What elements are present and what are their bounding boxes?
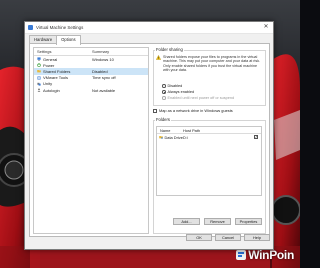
radio-label: Enabled until next power off or suspend [167,96,235,100]
folder-sharing-group: Folder sharing Shared folders expose you… [153,47,266,107]
remove-button[interactable]: Remove [204,218,231,225]
radio-button [162,96,166,100]
vmware-tools-icon [37,76,41,80]
list-item-summary: Disabled [92,68,108,74]
list-item-label: Power [43,62,55,68]
radio-button[interactable] [162,90,166,94]
warning-icon [156,55,161,72]
power-icon [37,63,41,68]
list-item-label: Autologin [43,87,60,93]
cancel-button[interactable]: Cancel [215,234,241,241]
winpoin-brand-text: WinPoin [248,248,294,262]
map-network-drive-option[interactable]: Map as a network drive in Windows guests [153,108,233,113]
vm-settings-dialog: Virtual Machine Settings ✕ Hardware Opti… [24,21,274,250]
title-bar[interactable]: Virtual Machine Settings ✕ [25,22,273,34]
vmware-app-icon [28,25,33,30]
list-item-label: General [43,56,58,62]
name-column-header[interactable]: Name [157,128,183,133]
radio-label: Always enabled [167,90,195,94]
options-panel: Settings Summary General Windows 10 Powe… [29,43,270,237]
map-network-drive-label: Map as a network drive in Windows guests [159,108,233,113]
map-network-drive-checkbox[interactable] [153,108,157,113]
unity-icon [37,82,41,86]
close-icon: ✕ [263,24,269,30]
shared-folders-icon [37,69,41,73]
list-item-label: Unity [43,81,53,87]
list-item-summary: Not available [92,87,116,93]
winpoin-watermark: WinPoin [236,248,294,262]
summary-column-header[interactable]: Summary [92,49,148,54]
radio-enabled-until-power-off: Enabled until next power off or suspend [162,96,234,100]
list-item-vmware-tools[interactable]: VMware Tools Time sync off [34,75,148,81]
folders-table-header: Name Host Path [157,127,261,134]
winpoin-logo-icon [236,250,247,260]
radio-always-enabled[interactable]: Always enabled [162,90,194,94]
shared-folder-icon [159,135,163,139]
folder-host-path: D:\ [183,134,188,140]
host-path-column-header[interactable]: Host Path [183,128,261,133]
list-item-summary: Time sync off [92,75,116,81]
settings-column-header[interactable]: Settings [34,49,92,54]
folder-sharing-label: Folder sharing [155,47,184,52]
warning-message: Shared folders expose your files to prog… [156,55,261,72]
list-item-label: VMware Tools [43,75,69,81]
settings-list[interactable]: Settings Summary General Windows 10 Powe… [33,47,149,234]
radio-label: Disabled [167,84,183,88]
folders-group: Folders Name Host Path Data Drive D:\ ✓ … [153,117,266,235]
table-row[interactable]: Data Drive D:\ ✓ [157,134,261,140]
folders-table[interactable]: Name Host Path Data Drive D:\ ✓ [156,126,262,196]
list-item-label: Shared Folders [43,68,71,74]
autologin-icon [37,88,41,92]
list-item-general[interactable]: General Windows 10 [34,56,148,62]
tab-options[interactable]: Options [56,35,81,45]
list-item-shared-folders[interactable]: Shared Folders Disabled [34,68,148,75]
radio-disabled[interactable]: Disabled [162,84,182,88]
warning-text: Shared folders expose your files to prog… [163,55,261,72]
radio-button[interactable] [162,84,166,88]
add-button[interactable]: Add... [173,218,200,225]
folder-name: Data Drive [164,134,183,140]
folders-label: Folders [155,117,171,122]
window-title: Virtual Machine Settings [36,25,84,30]
list-item-autologin[interactable]: Autologin Not available [34,87,148,93]
folder-enabled-checkbox[interactable]: ✓ [254,135,258,139]
ok-button[interactable]: OK [186,234,212,241]
settings-list-header: Settings Summary [34,48,148,56]
help-button[interactable]: Help [244,234,270,241]
close-button[interactable]: ✕ [261,23,271,31]
properties-button[interactable]: Properties [235,218,262,225]
list-item-summary: Windows 10 [92,56,114,62]
general-icon [37,57,41,61]
